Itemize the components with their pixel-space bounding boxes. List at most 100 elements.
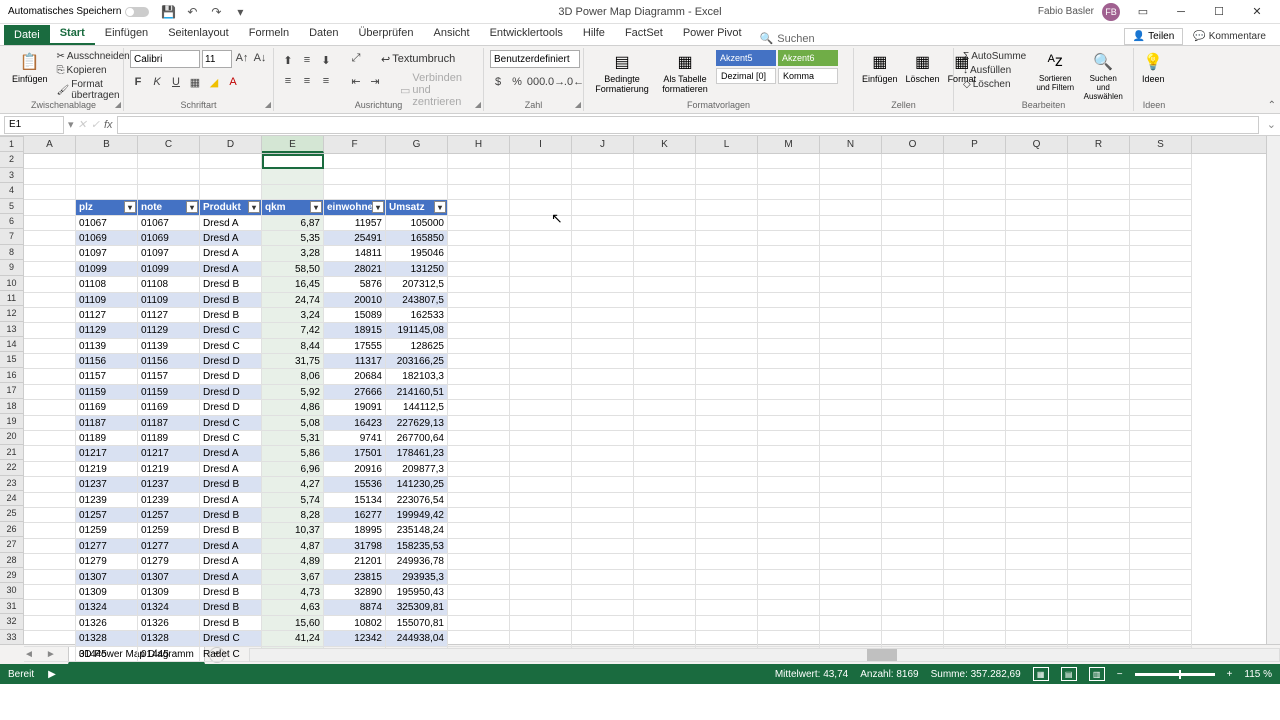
cell-G14[interactable]: 203166,25 [386, 354, 448, 369]
cell-F24[interactable]: 16277 [324, 508, 386, 523]
cell-N9[interactable] [820, 277, 882, 292]
cell-K4[interactable] [634, 200, 696, 215]
cell-L6[interactable] [696, 231, 758, 246]
cell-G31[interactable]: 155070,81 [386, 616, 448, 631]
cell-I4[interactable] [510, 200, 572, 215]
cell-P7[interactable] [944, 246, 1006, 261]
cell-B15[interactable]: 01157 [76, 369, 138, 384]
cut-button[interactable]: ✂Ausschneiden [54, 50, 133, 63]
cell-C33[interactable]: 01445 [138, 647, 200, 662]
cell-B8[interactable]: 01099 [76, 262, 138, 277]
cell-J6[interactable] [572, 231, 634, 246]
cell-B20[interactable]: 01217 [76, 446, 138, 461]
zoom-slider[interactable] [1135, 673, 1215, 676]
cell-D25[interactable]: Dresd B [200, 523, 262, 538]
cell-A15[interactable] [24, 369, 76, 384]
cell-Q6[interactable] [1006, 231, 1068, 246]
cell-O31[interactable] [882, 616, 944, 631]
cell-B6[interactable]: 01069 [76, 231, 138, 246]
cell-A26[interactable] [24, 539, 76, 554]
cell-O16[interactable] [882, 385, 944, 400]
cell-N27[interactable] [820, 554, 882, 569]
cell-E16[interactable]: 5,92 [262, 385, 324, 400]
cell-S14[interactable] [1130, 354, 1192, 369]
cell-F11[interactable]: 15089 [324, 308, 386, 323]
filter-icon[interactable]: ▾ [248, 201, 260, 213]
cell-D12[interactable]: Dresd C [200, 323, 262, 338]
clear-button[interactable]: ◇Löschen [960, 78, 1029, 91]
tab-ansicht[interactable]: Ansicht [423, 23, 479, 45]
cell-K8[interactable] [634, 262, 696, 277]
cell-D7[interactable]: Dresd A [200, 246, 262, 261]
cell-S13[interactable] [1130, 339, 1192, 354]
cell-K24[interactable] [634, 508, 696, 523]
tab-seitenlayout[interactable]: Seitenlayout [158, 23, 239, 45]
cell-R30[interactable] [1068, 600, 1130, 615]
cell-I5[interactable] [510, 216, 572, 231]
column-header-N[interactable]: N [820, 136, 882, 153]
cell-F12[interactable]: 18915 [324, 323, 386, 338]
tab-start[interactable]: Start [50, 23, 95, 45]
cell-M32[interactable] [758, 631, 820, 646]
cell-E9[interactable]: 16,45 [262, 277, 324, 292]
cell-M30[interactable] [758, 600, 820, 615]
cell-F27[interactable]: 21201 [324, 554, 386, 569]
cell-Q10[interactable] [1006, 293, 1068, 308]
cell-K23[interactable] [634, 493, 696, 508]
cell-B22[interactable]: 01237 [76, 477, 138, 492]
cell-A30[interactable] [24, 600, 76, 615]
cell-R1[interactable] [1068, 154, 1130, 169]
cell-G20[interactable]: 178461,23 [386, 446, 448, 461]
cell-A20[interactable] [24, 446, 76, 461]
cell-style-dezimal[interactable]: Dezimal [0] [716, 68, 776, 84]
cell-I15[interactable] [510, 369, 572, 384]
row-header-4[interactable]: 4 [0, 183, 23, 198]
cell-S5[interactable] [1130, 216, 1192, 231]
cell-H28[interactable] [448, 570, 510, 585]
column-header-L[interactable]: L [696, 136, 758, 153]
cell-E21[interactable]: 6,96 [262, 462, 324, 477]
cell-E23[interactable]: 5,74 [262, 493, 324, 508]
cell-R23[interactable] [1068, 493, 1130, 508]
cell-K18[interactable] [634, 416, 696, 431]
cell-D22[interactable]: Dresd B [200, 477, 262, 492]
zoom-out-icon[interactable]: − [1117, 669, 1123, 680]
cell-P18[interactable] [944, 416, 1006, 431]
cell-N7[interactable] [820, 246, 882, 261]
cell-Q25[interactable] [1006, 523, 1068, 538]
cell-C3[interactable] [138, 185, 200, 200]
font-color-icon[interactable]: A [225, 74, 241, 90]
cell-C1[interactable] [138, 154, 200, 169]
cell-S27[interactable] [1130, 554, 1192, 569]
cell-N17[interactable] [820, 400, 882, 415]
cell-K27[interactable] [634, 554, 696, 569]
cell-F15[interactable]: 20684 [324, 369, 386, 384]
cell-Q31[interactable] [1006, 616, 1068, 631]
cell-B4[interactable]: plz▾ [76, 200, 138, 215]
cell-I8[interactable] [510, 262, 572, 277]
cell-E13[interactable]: 8,44 [262, 339, 324, 354]
redo-icon[interactable]: ↷ [209, 5, 223, 19]
cell-J11[interactable] [572, 308, 634, 323]
row-header-5[interactable]: 5 [0, 199, 23, 214]
cell-L3[interactable] [696, 185, 758, 200]
cell-R4[interactable] [1068, 200, 1130, 215]
column-header-R[interactable]: R [1068, 136, 1130, 153]
cell-D5[interactable]: Dresd A [200, 216, 262, 231]
cell-P19[interactable] [944, 431, 1006, 446]
cell-B17[interactable]: 01169 [76, 400, 138, 415]
cell-K5[interactable] [634, 216, 696, 231]
cell-S25[interactable] [1130, 523, 1192, 538]
row-header-21[interactable]: 21 [0, 445, 23, 460]
cell-C6[interactable]: 01069 [138, 231, 200, 246]
minimize-icon[interactable]: ─ [1166, 2, 1196, 22]
cell-B19[interactable]: 01189 [76, 431, 138, 446]
cell-S8[interactable] [1130, 262, 1192, 277]
cell-J2[interactable] [572, 169, 634, 184]
cell-P13[interactable] [944, 339, 1006, 354]
cell-E8[interactable]: 58,50 [262, 262, 324, 277]
cell-S10[interactable] [1130, 293, 1192, 308]
dialog-launcher-icon[interactable]: ◢ [475, 100, 481, 109]
cell-O10[interactable] [882, 293, 944, 308]
cell-R14[interactable] [1068, 354, 1130, 369]
